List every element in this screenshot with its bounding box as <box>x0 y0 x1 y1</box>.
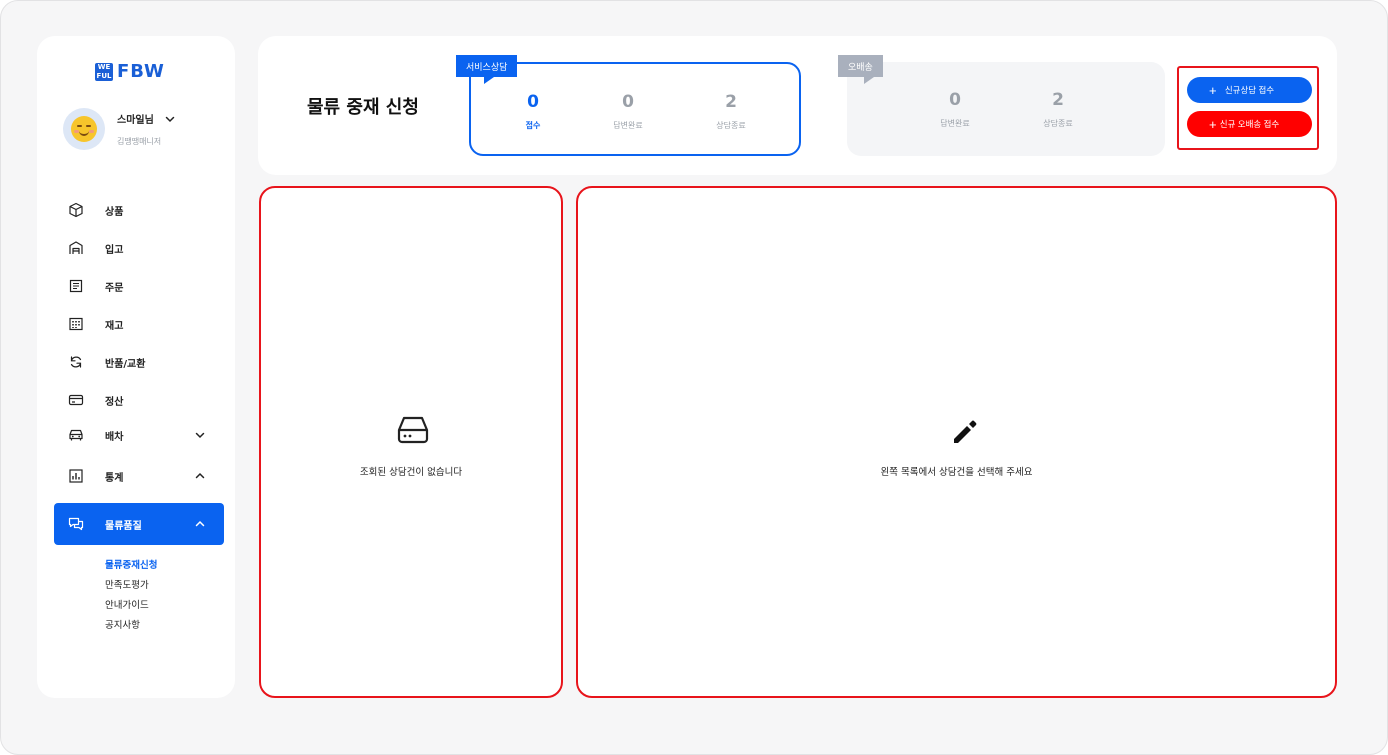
plus-icon: + <box>1209 116 1217 132</box>
return-exchange-icon <box>70 356 82 368</box>
service-consult-tag: 서비스상담 <box>456 55 518 77</box>
stat-value: 0 <box>622 92 634 112</box>
select-item-message: 왼쪽 목록에서 상담건을 선택해 주세요 <box>880 467 1033 478</box>
stat-value: 0 <box>527 92 539 112</box>
new-misdelivery-button[interactable]: + 신규 오배송 접수 <box>1187 111 1312 137</box>
button-label: 신규 오배송 접수 <box>1219 119 1280 129</box>
stat-value: 0 <box>949 90 961 110</box>
profile-role: 김땡땡매니저 <box>117 137 162 146</box>
smile-face-icon <box>71 116 97 142</box>
inventory-grid-icon <box>69 317 83 331</box>
sidebar-item-label: 통계 <box>105 472 124 484</box>
chevron-down-icon[interactable] <box>194 429 206 441</box>
box-icon <box>69 202 83 218</box>
button-label: 신규상담 접수 <box>1224 85 1275 95</box>
misdelivery-tag: 오배송 <box>838 55 883 77</box>
sidebar-item-inbound[interactable]: 입고 <box>54 229 224 267</box>
stat-answered[interactable]: 0 답변완료 <box>915 90 995 129</box>
sidebar-item-settlement[interactable]: 정산 <box>54 381 224 419</box>
sidebar-subitem-arbitration[interactable]: 물류중재신청 <box>105 557 157 571</box>
sidebar-item-returns[interactable]: 반품/교환 <box>54 343 224 381</box>
stat-label: 상담종료 <box>716 121 746 130</box>
stat-label: 답변완료 <box>940 119 970 128</box>
empty-list-message: 조회된 상담건이 없습니다 <box>359 467 463 478</box>
sidebar-item-label: 상품 <box>105 206 124 218</box>
pencil-icon <box>954 420 977 443</box>
user-profile[interactable]: 스마일님 김땡땡매니저 <box>63 108 176 150</box>
sidebar-subitem-guide[interactable]: 안내가이드 <box>105 597 149 611</box>
chevron-up-icon[interactable] <box>194 518 206 530</box>
sidebar-item-statistics[interactable]: 통계 <box>54 457 224 495</box>
sidebar-item-label: 재고 <box>105 320 124 332</box>
new-consult-button[interactable]: + 신규상담 접수 <box>1187 77 1312 103</box>
stat-value: 2 <box>1052 90 1064 110</box>
tag-pointer <box>864 77 874 84</box>
bar-chart-icon <box>69 469 83 483</box>
truck-icon <box>69 429 83 441</box>
sidebar: WE FUL FBW 스마일님 김땡땡매니저 상품 입고 주문 재고 반품/교환… <box>37 36 235 698</box>
card-icon <box>68 394 84 406</box>
chat-icon <box>68 517 84 531</box>
header-card: 물류 중재 신청 0 접수 0 답변완료 2 상담종료 서비스상담 0 답변완료 <box>258 36 1337 175</box>
stat-received[interactable]: 0 접수 <box>493 92 573 131</box>
plus-icon: + <box>1209 82 1217 98</box>
misdelivery-summary: 0 답변완료 2 상담종료 <box>847 62 1165 156</box>
sidebar-item-label: 입고 <box>105 244 124 256</box>
sidebar-item-label: 배차 <box>105 431 124 443</box>
stat-value: 2 <box>725 92 737 112</box>
order-sheet-icon <box>69 279 83 293</box>
sidebar-item-logistics-quality[interactable]: 물류품질 <box>54 503 224 545</box>
chevron-up-icon[interactable] <box>194 470 206 482</box>
stat-label: 접수 <box>525 121 541 130</box>
consult-list-panel: 조회된 상담건이 없습니다 <box>259 186 563 698</box>
sidebar-item-inventory[interactable]: 재고 <box>54 305 224 343</box>
logo[interactable]: WE FUL FBW <box>95 61 165 82</box>
stat-label: 답변완료 <box>613 121 643 130</box>
logo-text: FBW <box>117 61 165 82</box>
sidebar-item-label: 주문 <box>105 282 124 294</box>
sidebar-item-orders[interactable]: 주문 <box>54 267 224 305</box>
page-title: 물류 중재 신청 <box>307 97 419 118</box>
app-frame: WE FUL FBW 스마일님 김땡땡매니저 상품 입고 주문 재고 반품/교환… <box>0 0 1388 755</box>
service-consult-summary: 0 접수 0 답변완료 2 상담종료 <box>469 62 801 156</box>
sidebar-item-label: 정산 <box>105 396 124 408</box>
stat-label: 상담종료 <box>1043 119 1073 128</box>
tag-pointer <box>484 77 494 84</box>
sidebar-item-products[interactable]: 상품 <box>54 191 224 229</box>
stat-closed[interactable]: 2 상담종료 <box>691 92 771 131</box>
sidebar-item-label: 물류품질 <box>105 520 142 532</box>
avatar <box>63 108 105 150</box>
profile-name: 스마일님 <box>117 115 154 126</box>
stat-answered[interactable]: 0 답변완료 <box>588 92 668 131</box>
sidebar-item-dispatch[interactable]: 배차 <box>54 416 224 454</box>
new-request-button-group: + 신규상담 접수 + 신규 오배송 접수 <box>1177 66 1319 150</box>
chevron-down-icon[interactable] <box>164 113 176 125</box>
sidebar-item-label: 반품/교환 <box>105 358 146 370</box>
logo-mark-icon: WE FUL <box>95 62 113 81</box>
warehouse-icon <box>69 241 83 254</box>
stat-closed[interactable]: 2 상담종료 <box>1018 90 1098 129</box>
inbox-empty-icon <box>397 416 429 444</box>
sidebar-subitem-satisfaction[interactable]: 만족도평가 <box>105 577 149 591</box>
consult-detail-panel: 왼쪽 목록에서 상담건을 선택해 주세요 <box>576 186 1337 698</box>
sidebar-subitem-notice[interactable]: 공지사항 <box>105 617 140 631</box>
